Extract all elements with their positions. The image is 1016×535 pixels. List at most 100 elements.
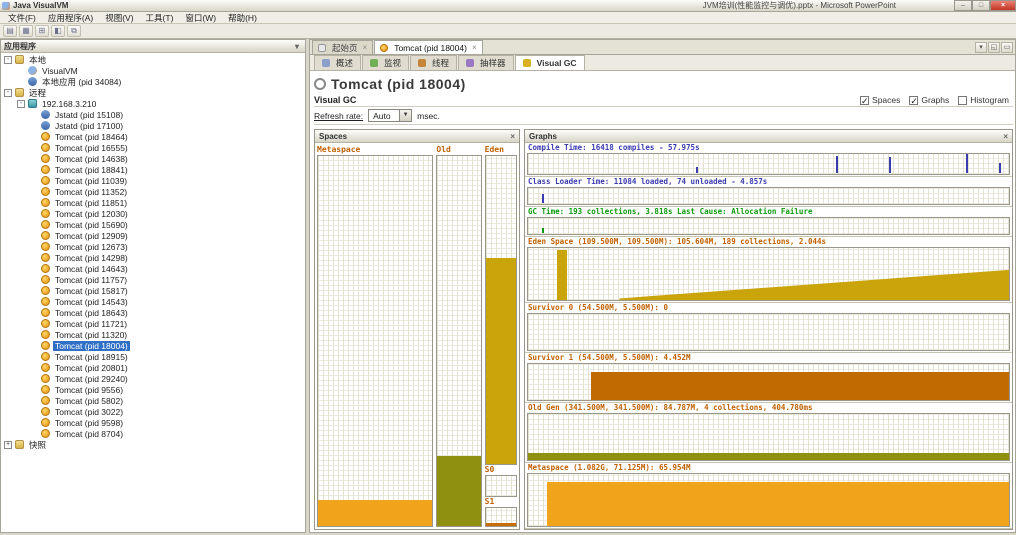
tree-item[interactable]: Tomcat (pid 20801) <box>1 362 305 373</box>
checkbox-histogram[interactable]: Histogram <box>958 95 1009 105</box>
tree-item[interactable]: Tomcat (pid 12909) <box>1 230 305 241</box>
tree-item[interactable]: Tomcat (pid 12030) <box>1 208 305 219</box>
overview-icon <box>322 59 330 67</box>
subtab-label: 概述 <box>336 58 354 68</box>
checkbox-box[interactable] <box>958 95 968 105</box>
checkbox-graphs[interactable]: ✓ Graphs <box>909 95 949 105</box>
open-file-icon[interactable]: ▤ <box>3 25 17 37</box>
tree-item[interactable]: Tomcat (pid 15817) <box>1 285 305 296</box>
tab-visualgc[interactable]: Visual GC <box>514 55 585 70</box>
old-fill <box>437 455 481 526</box>
tomcat-icon <box>41 132 50 141</box>
minimize-group-button[interactable]: ▾ <box>975 42 987 53</box>
tree-item[interactable]: Tomcat (pid 8704) <box>1 428 305 439</box>
float-window-button[interactable]: ◱ <box>988 42 1000 53</box>
menu-item-4[interactable]: 窗口(W) <box>179 12 222 23</box>
tree-item[interactable]: Tomcat (pid 12673) <box>1 241 305 252</box>
applications-panel-title: 应用程序 <box>4 41 36 51</box>
compare-snapshots-icon[interactable]: ⧉ <box>67 25 81 37</box>
checkbox-label: Graphs <box>921 95 950 105</box>
graphs-close-icon[interactable]: × <box>1003 132 1008 141</box>
chart-mark <box>835 156 838 173</box>
tree-item[interactable]: Tomcat (pid 9556) <box>1 384 305 395</box>
tree-item[interactable]: Tomcat (pid 14638) <box>1 153 305 164</box>
checkbox-box[interactable]: ✓ <box>909 95 919 105</box>
menu-item-0[interactable]: 文件(F) <box>2 12 42 23</box>
maximize-window-button[interactable]: ▭ <box>1001 42 1013 53</box>
tree-item[interactable]: Tomcat (pid 18004) <box>1 340 305 351</box>
tree-item[interactable]: Tomcat (pid 9598) <box>1 417 305 428</box>
close-tab-icon[interactable]: × <box>472 43 477 52</box>
add-application-icon[interactable]: ⊞ <box>35 25 49 37</box>
tree-item-label: Tomcat (pid 11352) <box>55 186 128 197</box>
menu-item-1[interactable]: 应用程序(A) <box>42 12 99 23</box>
tree-item[interactable]: Tomcat (pid 11757) <box>1 274 305 285</box>
minimize-button[interactable]: – <box>954 0 972 11</box>
tree-item[interactable]: + 快照 <box>1 439 305 450</box>
tree-item[interactable]: Tomcat (pid 18915) <box>1 351 305 362</box>
tree-item[interactable]: Tomcat (pid 18464) <box>1 131 305 142</box>
tomcat-icon <box>41 363 50 372</box>
tree-item-label: 本地应用 (pid 34084) <box>42 76 122 87</box>
tree-expander-icon[interactable]: - <box>4 55 12 64</box>
tree-item[interactable]: - 192.168.3.210 <box>1 98 305 109</box>
chart-fill <box>590 371 1009 400</box>
tab-sampler[interactable]: 抽样器 <box>458 55 514 70</box>
tree-item[interactable]: - 本地 <box>1 54 305 65</box>
menu-item-3[interactable]: 工具(T) <box>140 12 180 23</box>
refresh-rate-select[interactable]: Auto ▼ <box>368 109 413 122</box>
close-tab-icon[interactable]: × <box>363 43 368 52</box>
tree-item[interactable]: Tomcat (pid 14543) <box>1 296 305 307</box>
tomcat-icon <box>41 385 50 394</box>
tomcat-icon <box>41 374 50 383</box>
tree-item-label: Tomcat (pid 11851) <box>55 197 128 208</box>
tree-item[interactable]: Tomcat (pid 11320) <box>1 329 305 340</box>
tree-item-label: 192.168.3.210 <box>42 98 97 109</box>
visualvm-icon <box>28 66 37 75</box>
close-button[interactable]: × <box>990 0 1016 11</box>
tree-expander-icon[interactable]: - <box>17 99 25 108</box>
tree-item[interactable]: Tomcat (pid 18643) <box>1 307 305 318</box>
maximize-button[interactable]: □ <box>972 0 990 11</box>
tomcat-icon <box>41 264 50 273</box>
chevron-down-icon[interactable]: ▼ <box>399 110 412 121</box>
menu-item-5[interactable]: 帮助(H) <box>222 12 263 23</box>
tab-threads[interactable]: 线程 <box>410 55 458 70</box>
view-tab-bar: 概述 监视 线程 抽样器 Visual GC <box>310 55 1015 71</box>
tree-item[interactable]: Tomcat (pid 11851) <box>1 197 305 208</box>
tree-item[interactable]: Jstatd (pid 17100) <box>1 120 305 131</box>
tree-item[interactable]: Tomcat (pid 14298) <box>1 252 305 263</box>
tab-monitor[interactable]: 监视 <box>362 55 410 70</box>
save-all-icon[interactable]: ▦ <box>19 25 33 37</box>
tree-item[interactable]: Tomcat (pid 16555) <box>1 142 305 153</box>
panel-minimize-icon[interactable]: ▾ <box>292 42 302 51</box>
tree-item[interactable]: - 远程 <box>1 87 305 98</box>
tree-item[interactable]: Tomcat (pid 15690) <box>1 219 305 230</box>
tree-item[interactable]: 本地应用 (pid 34084) <box>1 76 305 87</box>
tree-item[interactable]: Tomcat (pid 29240) <box>1 373 305 384</box>
tree-item[interactable]: Jstatd (pid 15108) <box>1 109 305 120</box>
tree-expander-icon[interactable]: + <box>4 440 12 449</box>
checkbox-spaces[interactable]: ✓ Spaces <box>860 95 900 105</box>
graph-row-4: Survivor 0 (54.500M, 5.500M): 0 <box>525 303 1012 353</box>
spaces-close-icon[interactable]: × <box>510 132 515 141</box>
tree-item[interactable]: Tomcat (pid 18841) <box>1 164 305 175</box>
s1-fill <box>485 523 516 526</box>
tab-overview[interactable]: 概述 <box>314 55 362 70</box>
tree-expander-icon[interactable]: - <box>4 88 12 97</box>
take-snapshot-icon[interactable]: ◧ <box>51 25 65 37</box>
chart-mark <box>999 163 1002 173</box>
tree-item[interactable]: Tomcat (pid 14643) <box>1 263 305 274</box>
tab-0[interactable]: 起始页 × <box>312 40 374 54</box>
menu-item-2[interactable]: 视图(V) <box>99 12 139 23</box>
tree-item[interactable]: Tomcat (pid 11721) <box>1 318 305 329</box>
tree-item[interactable]: Tomcat (pid 11352) <box>1 186 305 197</box>
tree-item[interactable]: Tomcat (pid 3022) <box>1 406 305 417</box>
checkbox-box[interactable]: ✓ <box>860 95 870 105</box>
tomcat-icon <box>380 43 389 52</box>
tree-item[interactable]: Tomcat (pid 5802) <box>1 395 305 406</box>
section-row: Visual GC ✓ Spaces ✓ Graphs Histogram <box>314 94 1013 107</box>
tree-item[interactable]: Tomcat (pid 11039) <box>1 175 305 186</box>
tab-1[interactable]: Tomcat (pid 18004) × <box>374 40 483 54</box>
tree-item[interactable]: VisualVM <box>1 65 305 76</box>
